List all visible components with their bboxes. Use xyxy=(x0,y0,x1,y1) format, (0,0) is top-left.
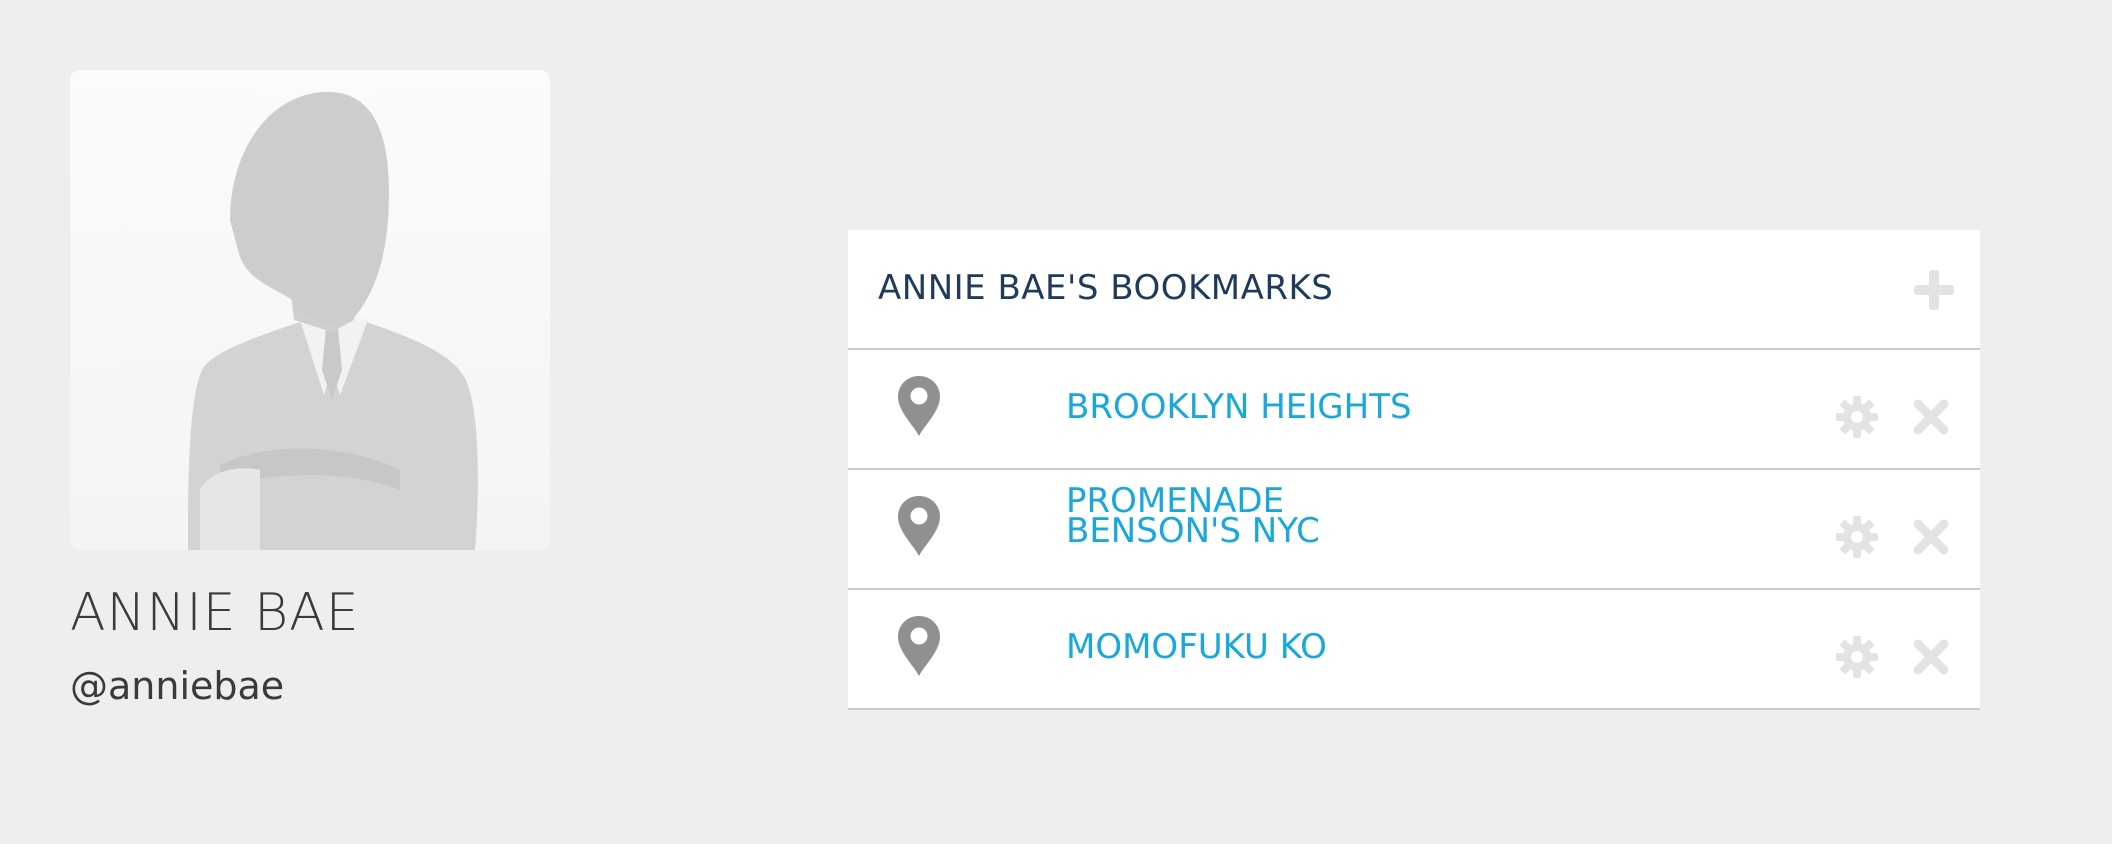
bookmark-label: MOMOFUKU KO xyxy=(1066,627,1327,667)
bookmark-row: BROOKLYN HEIGHTS xyxy=(848,350,1980,470)
bookmarks-panel: ANNIE BAE'S BOOKMARKS BROOKLYN HEIGHTS P… xyxy=(848,230,1980,710)
gear-icon xyxy=(1836,516,1878,558)
edit-bookmark-button[interactable] xyxy=(1834,514,1880,560)
gear-icon xyxy=(1836,396,1878,438)
close-icon xyxy=(1913,639,1949,675)
bookmark-row: PROMENADE BENSON'S NYC xyxy=(848,470,1980,590)
person-silhouette-icon xyxy=(188,92,478,550)
bookmark-link[interactable]: BROOKLYN HEIGHTS xyxy=(1066,387,1412,427)
profile-name: ANNIE BAE xyxy=(70,583,360,643)
bookmark-label-line-2: BENSON'S NYC xyxy=(1066,511,1320,551)
bookmarks-header: ANNIE BAE'S BOOKMARKS xyxy=(848,230,1980,350)
close-icon xyxy=(1913,519,1949,555)
bookmark-link[interactable]: PROMENADE BENSON'S NYC xyxy=(1066,484,1320,551)
plus-icon xyxy=(1914,270,1954,310)
gear-icon xyxy=(1836,636,1878,678)
profile-avatar xyxy=(70,70,550,550)
profile-handle: @anniebae xyxy=(70,664,285,708)
bookmark-link[interactable]: MOMOFUKU KO xyxy=(1066,627,1327,667)
delete-bookmark-button[interactable] xyxy=(1912,638,1950,676)
map-pin-icon xyxy=(898,616,940,676)
bookmark-row: MOMOFUKU KO xyxy=(848,590,1980,710)
map-pin-icon xyxy=(898,376,940,436)
bookmarks-title: ANNIE BAE'S BOOKMARKS xyxy=(878,268,1334,308)
add-bookmark-button[interactable] xyxy=(1912,268,1956,312)
delete-bookmark-button[interactable] xyxy=(1912,398,1950,436)
edit-bookmark-button[interactable] xyxy=(1834,634,1880,680)
map-pin-icon xyxy=(898,496,940,556)
close-icon xyxy=(1913,399,1949,435)
edit-bookmark-button[interactable] xyxy=(1834,394,1880,440)
delete-bookmark-button[interactable] xyxy=(1912,518,1950,556)
bookmark-label: BROOKLYN HEIGHTS xyxy=(1066,387,1412,427)
